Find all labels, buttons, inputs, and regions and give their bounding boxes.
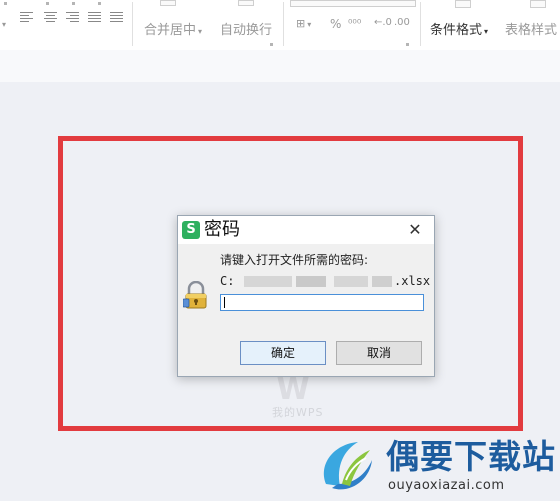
ribbon-separator	[132, 2, 133, 46]
brand-url: ouyaoxiazai.com	[388, 478, 505, 493]
conditional-format-icon[interactable]	[455, 0, 471, 8]
chevron-down-icon[interactable]: ▾	[0, 16, 6, 31]
wps-spreadsheet-icon: S	[182, 221, 200, 239]
ribbon-toolbar: ▾ 合并居中 ▾ 自动换行 ⊞ ▾ % ⁰⁰⁰ ←.0 .00 条件格式 ▾ 表格样式	[0, 0, 560, 51]
text-caret	[224, 297, 225, 308]
currency-icon[interactable]: ⊞ ▾	[296, 17, 311, 30]
ribbon-separator	[420, 2, 421, 46]
file-path: C: .xlsx	[220, 274, 430, 290]
brand-swoosh-icon	[323, 442, 372, 490]
dialog-body: 请键入打开文件所需的密码: C: .xlsx 确定 取消	[178, 244, 434, 376]
ribbon-dot	[98, 2, 101, 5]
align-right-icon[interactable]	[66, 12, 79, 23]
file-path-prefix: C:	[220, 274, 235, 288]
cancel-button[interactable]: 取消	[336, 341, 422, 365]
site-brand: 偶要下载站 ouyaoxiazai.com	[316, 434, 560, 501]
percent-icon[interactable]: %	[330, 17, 341, 31]
conditional-format-button[interactable]: 条件格式 ▾	[430, 19, 488, 38]
group-expand-icon[interactable]	[406, 43, 409, 46]
lock-key-icon	[183, 281, 207, 309]
group-expand-icon[interactable]	[270, 43, 273, 46]
password-input[interactable]	[220, 294, 424, 311]
align-center-icon[interactable]	[44, 12, 57, 23]
merge-center-button[interactable]: 合并居中 ▾	[144, 19, 202, 38]
number-format-select[interactable]	[290, 0, 416, 7]
increase-decimal-icon[interactable]: ←.0	[374, 17, 392, 28]
password-prompt: 请键入打开文件所需的密码:	[220, 253, 369, 267]
redacted-path	[234, 276, 394, 287]
file-path-extension: .xlsx	[394, 274, 431, 288]
wrap-text-button[interactable]: 自动换行	[220, 19, 272, 38]
ribbon-separator	[283, 2, 284, 46]
table-style-icon[interactable]	[530, 0, 546, 8]
password-dialog: S 密码 ✕ 请键入打开文件所需的密码: C: .xlsx 确定 取消	[177, 215, 435, 377]
ribbon-dot	[72, 2, 75, 5]
wps-watermark-logo: W	[276, 372, 310, 407]
distribute-icon[interactable]	[110, 12, 123, 23]
table-style-button[interactable]: 表格样式	[505, 19, 557, 38]
align-left-icon[interactable]	[20, 12, 33, 23]
thousands-icon[interactable]: ⁰⁰⁰	[348, 17, 361, 30]
wrap-text-icon[interactable]	[238, 0, 254, 6]
wps-watermark-text: 我的WPS	[272, 406, 324, 419]
ribbon-dot	[46, 2, 49, 5]
dialog-titlebar[interactable]: S 密码 ✕	[178, 216, 434, 244]
merge-center-icon[interactable]	[160, 0, 176, 6]
justify-icon[interactable]	[88, 12, 101, 23]
dialog-title: 密码	[204, 219, 240, 240]
ok-button[interactable]: 确定	[240, 341, 326, 365]
brand-name: 偶要下载站	[386, 437, 556, 476]
decrease-decimal-icon[interactable]: .00	[394, 17, 410, 28]
ribbon-dot	[4, 2, 7, 5]
close-icon[interactable]: ✕	[404, 220, 426, 240]
ribbon-bottom-strip	[0, 50, 560, 82]
